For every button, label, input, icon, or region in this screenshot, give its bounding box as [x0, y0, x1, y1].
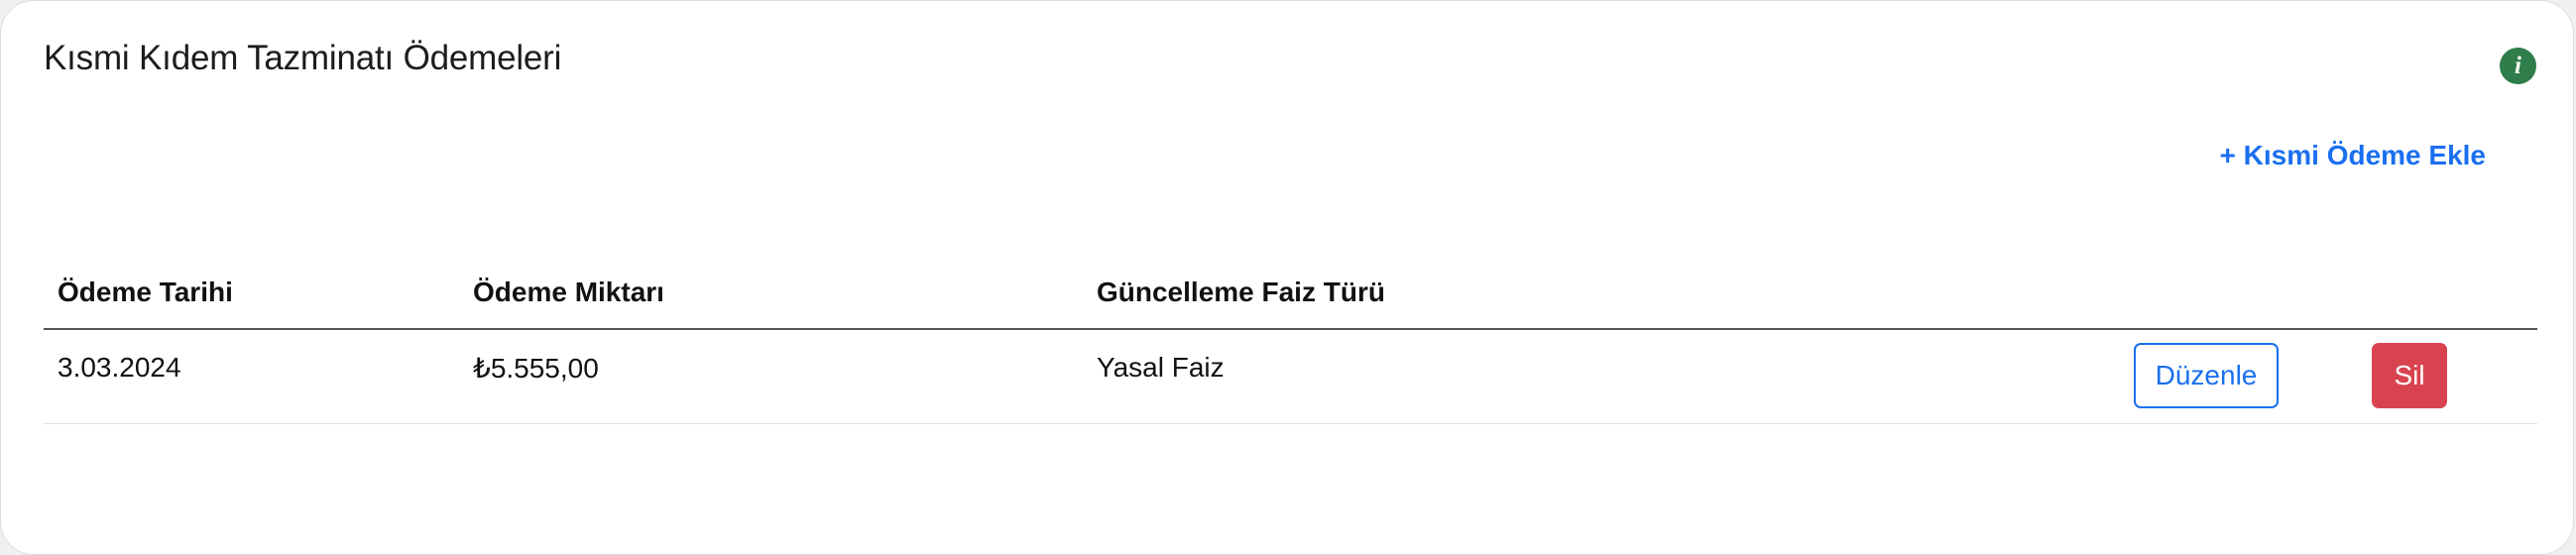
- cell-payment-amount: ₺5.555,00: [473, 353, 599, 384]
- info-icon[interactable]: i: [2500, 48, 2536, 84]
- table-header: Ödeme Tarihi Ödeme Miktarı Güncelleme Fa…: [44, 261, 2537, 330]
- header-payment-amount: Ödeme Miktarı: [473, 277, 664, 307]
- add-partial-payment-link[interactable]: + Kısmi Ödeme Ekle: [2220, 140, 2486, 171]
- delete-button[interactable]: Sil: [2372, 343, 2447, 408]
- payments-table: Ödeme Tarihi Ödeme Miktarı Güncelleme Fa…: [44, 261, 2537, 424]
- cell-payment-date: 3.03.2024: [58, 352, 181, 383]
- header-payment-date: Ödeme Tarihi: [58, 277, 233, 307]
- card-title: Kısmi Kıdem Tazminatı Ödemeleri: [44, 39, 562, 77]
- cell-interest-type: Yasal Faiz: [1097, 352, 1225, 383]
- edit-button[interactable]: Düzenle: [2134, 343, 2279, 408]
- table-row: 3.03.2024 ₺5.555,00 Yasal Faiz Düzenle S…: [44, 330, 2537, 424]
- partial-payments-card: Kısmi Kıdem Tazminatı Ödemeleri i + Kısm…: [0, 0, 2574, 555]
- header-interest-type: Güncelleme Faiz Türü: [1097, 277, 1385, 307]
